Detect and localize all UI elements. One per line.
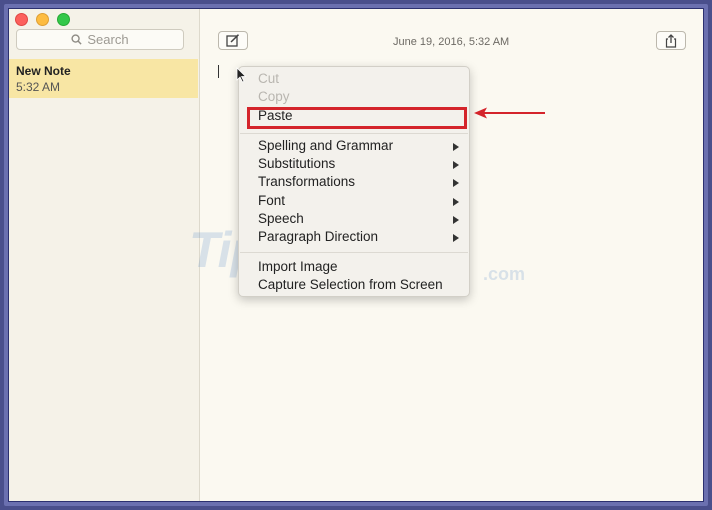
- submenu-arrow-icon: [453, 216, 459, 224]
- search-icon: [71, 34, 82, 45]
- zoom-window-button[interactable]: [57, 13, 70, 26]
- menu-item-substitutions[interactable]: Substitutions: [258, 156, 335, 171]
- mouse-pointer-icon: [236, 67, 247, 83]
- menu-separator: [240, 133, 468, 134]
- submenu-arrow-icon: [453, 161, 459, 169]
- search-input[interactable]: Search: [16, 29, 184, 50]
- close-window-button[interactable]: [15, 13, 28, 26]
- submenu-arrow-icon: [453, 143, 459, 151]
- submenu-arrow-icon: [453, 234, 459, 242]
- note-time: 5:32 AM: [16, 80, 61, 94]
- menu-item-speech[interactable]: Speech: [258, 211, 304, 226]
- menu-item-font[interactable]: Font: [258, 193, 285, 208]
- compose-icon: [226, 34, 240, 47]
- note-list-item[interactable]: New Note 5:32 AM: [9, 59, 198, 98]
- paste-highlight-box: [247, 107, 467, 129]
- submenu-arrow-icon: [453, 198, 459, 206]
- share-button[interactable]: [656, 31, 686, 50]
- search-placeholder: Search: [87, 32, 129, 47]
- notes-window: Search New Note 5:32 AM June 19, 2016, 5…: [8, 8, 704, 502]
- share-icon: [665, 33, 677, 48]
- menu-item-cut[interactable]: Cut: [258, 71, 279, 86]
- menu-item-import-image[interactable]: Import Image: [258, 259, 338, 274]
- menu-item-spelling-grammar[interactable]: Spelling and Grammar: [258, 138, 393, 153]
- compose-button[interactable]: [218, 31, 248, 50]
- minimize-window-button[interactable]: [36, 13, 49, 26]
- note-date: June 19, 2016, 5:32 AM: [393, 36, 510, 48]
- context-menu: Cut Copy Paste Spelling and Grammar Subs…: [238, 66, 470, 297]
- menu-item-copy[interactable]: Copy: [258, 89, 290, 104]
- note-title: New Note: [16, 64, 71, 78]
- menu-separator: [240, 252, 468, 253]
- menu-item-paragraph-direction[interactable]: Paragraph Direction: [258, 229, 378, 244]
- menu-item-transformations[interactable]: Transformations: [258, 174, 355, 189]
- notes-sidebar: Search New Note 5:32 AM: [9, 9, 200, 501]
- watermark-suffix: .com: [483, 264, 526, 284]
- submenu-arrow-icon: [453, 179, 459, 187]
- window-controls: [15, 13, 70, 26]
- red-arrow-icon: [474, 107, 545, 119]
- menu-item-capture-selection[interactable]: Capture Selection from Screen: [258, 277, 443, 292]
- text-cursor: [218, 65, 219, 78]
